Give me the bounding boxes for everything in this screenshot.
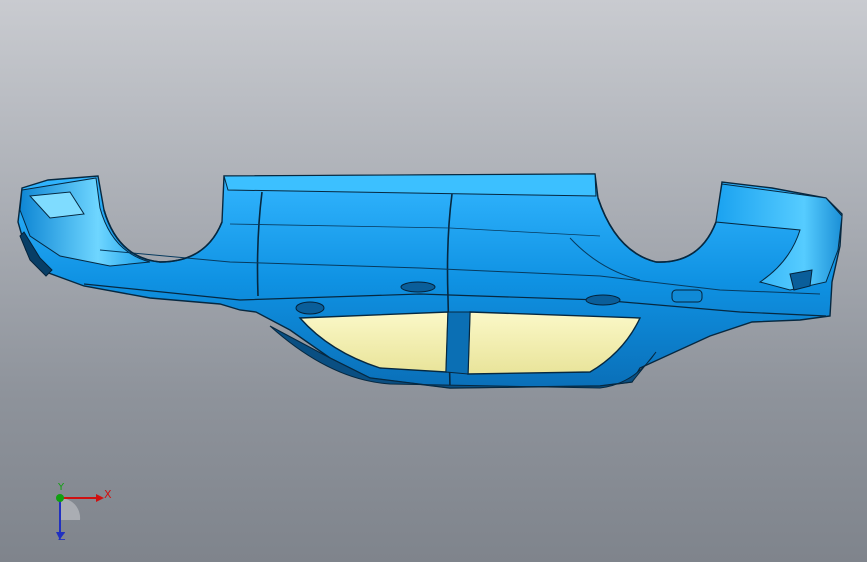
- axis-triad: X Y Z: [40, 478, 120, 548]
- graphics-viewport[interactable]: X Y Z: [0, 0, 867, 562]
- door-handle-rear: [585, 294, 621, 306]
- mirror-base: [295, 301, 325, 315]
- axis-y-label: Y: [58, 482, 65, 493]
- car-body-model[interactable]: [0, 0, 867, 562]
- fuel-door: [671, 289, 703, 303]
- axis-x-label: X: [104, 488, 112, 501]
- door-handle-front: [400, 281, 436, 293]
- axis-z-label: Z: [58, 530, 66, 543]
- b-pillar: [445, 311, 471, 375]
